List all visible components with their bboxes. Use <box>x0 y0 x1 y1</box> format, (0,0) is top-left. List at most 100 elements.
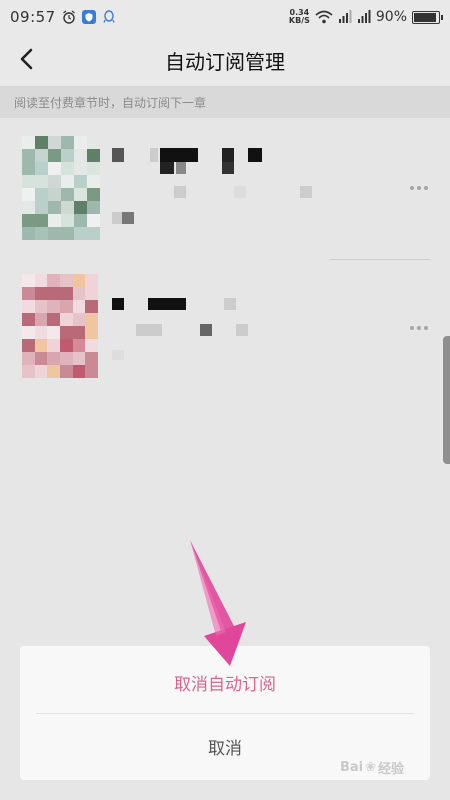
cover-pixel <box>34 339 48 352</box>
cover-pixel <box>61 227 74 240</box>
watermark-text: Bai <box>340 760 364 775</box>
cover-pixel <box>47 300 60 313</box>
paw-icon: ❀ <box>365 760 377 775</box>
cover-pixel <box>61 149 74 162</box>
cover-pixel <box>35 201 48 214</box>
cover-pixel <box>35 214 48 227</box>
cover-pixel <box>22 149 35 162</box>
cover-pixel <box>48 136 61 149</box>
cover-pixel <box>60 313 73 326</box>
cover-pixel <box>60 300 73 313</box>
battery-percent: 90% <box>375 9 407 25</box>
cover-pixel <box>61 162 74 175</box>
cover-pixel <box>87 188 100 201</box>
cover-pixel <box>87 201 100 214</box>
cover-pixel <box>60 339 73 352</box>
cover-pixel <box>34 300 48 313</box>
cover-pixel <box>72 339 86 352</box>
cover-pixel <box>74 136 87 149</box>
shield-icon <box>81 10 96 24</box>
signal-icon <box>338 10 352 23</box>
signal-4g-icon <box>357 10 371 23</box>
nav-bar: 自动订阅管理 <box>0 34 450 84</box>
net-speed-unit: KB/S <box>288 16 310 25</box>
cover-pixel <box>22 201 35 214</box>
cover-pixel <box>34 287 48 300</box>
more-options-button[interactable] <box>404 320 434 336</box>
cover-pixel <box>22 162 35 175</box>
cover-pixel <box>87 175 100 188</box>
cover-pixel <box>74 227 87 240</box>
status-time: 09:57 <box>10 8 56 26</box>
cover-pixel <box>48 175 61 188</box>
alarm-icon <box>62 10 75 24</box>
cancel-auto-subscribe-button[interactable]: 取消自动订阅 <box>20 670 430 695</box>
net-speed: 0.34 KB/S <box>289 9 310 25</box>
status-left: 09:57 <box>10 8 116 26</box>
cover-pixel <box>85 365 98 378</box>
cover-pixel <box>34 313 48 326</box>
book-cover-image <box>22 136 100 240</box>
cover-pixel <box>22 313 35 326</box>
cover-pixel <box>22 339 35 352</box>
cover-pixel <box>22 227 35 240</box>
cover-pixel <box>34 326 48 339</box>
battery-icon <box>412 10 443 24</box>
cover-pixel <box>72 274 86 287</box>
cover-pixel <box>85 287 98 300</box>
cover-pixel <box>22 188 35 201</box>
cover-pixel <box>61 188 74 201</box>
hint-bar: 阅读至付费章节时，自动订阅下一章 <box>0 86 450 118</box>
cover-pixel <box>47 365 60 378</box>
battery-fill <box>414 12 436 22</box>
cover-pixel <box>35 149 48 162</box>
cover-pixel <box>72 300 86 313</box>
cover-pixel <box>48 188 61 201</box>
book-meta-pixelated <box>112 324 252 336</box>
cover-pixel <box>22 214 35 227</box>
cover-pixel <box>22 352 35 365</box>
watermark-suffix: 经验 <box>378 762 405 777</box>
cover-pixel <box>35 227 48 240</box>
cover-pixel <box>22 175 35 188</box>
cover-pixel <box>85 352 98 365</box>
cover-pixel <box>22 136 35 149</box>
cover-pixel <box>22 274 35 287</box>
cover-pixel <box>61 175 74 188</box>
cover-pixel <box>74 175 87 188</box>
page-title: 自动订阅管理 <box>165 50 285 74</box>
cover-pixel <box>48 201 61 214</box>
cover-pixel <box>87 227 100 240</box>
status-right: 0.34 KB/S 90% <box>289 9 443 25</box>
cover-pixel <box>34 365 48 378</box>
cover-pixel <box>35 162 48 175</box>
scrollbar[interactable] <box>443 336 450 464</box>
book-title-pixelated <box>112 298 252 310</box>
cover-pixel <box>48 149 61 162</box>
status-bar: 09:57 0.34 KB/S 90% <box>0 0 450 34</box>
book-progress-pixelated <box>112 350 132 360</box>
cover-pixel <box>72 287 86 300</box>
cover-pixel <box>61 214 74 227</box>
cover-pixel <box>74 188 87 201</box>
cover-pixel <box>47 339 60 352</box>
cover-pixel <box>72 313 86 326</box>
hint-text: 阅读至付费章节时，自动订阅下一章 <box>14 96 207 110</box>
cover-pixel <box>72 352 86 365</box>
more-options-button[interactable] <box>404 180 434 196</box>
cover-pixel <box>47 352 60 365</box>
cover-pixel <box>47 287 60 300</box>
cover-pixel <box>22 287 35 300</box>
cover-pixel <box>22 365 35 378</box>
cover-pixel <box>74 201 87 214</box>
watermark-logo: Bai ❀ 经验 <box>340 758 404 777</box>
cancel-button[interactable]: 取消 <box>20 734 430 759</box>
cover-pixel <box>74 149 87 162</box>
cover-pixel <box>22 300 35 313</box>
cover-pixel <box>47 274 60 287</box>
cover-pixel <box>74 214 87 227</box>
cover-pixel <box>61 136 74 149</box>
cover-pixel <box>60 365 73 378</box>
cover-pixel <box>34 352 48 365</box>
cover-pixel <box>48 227 61 240</box>
